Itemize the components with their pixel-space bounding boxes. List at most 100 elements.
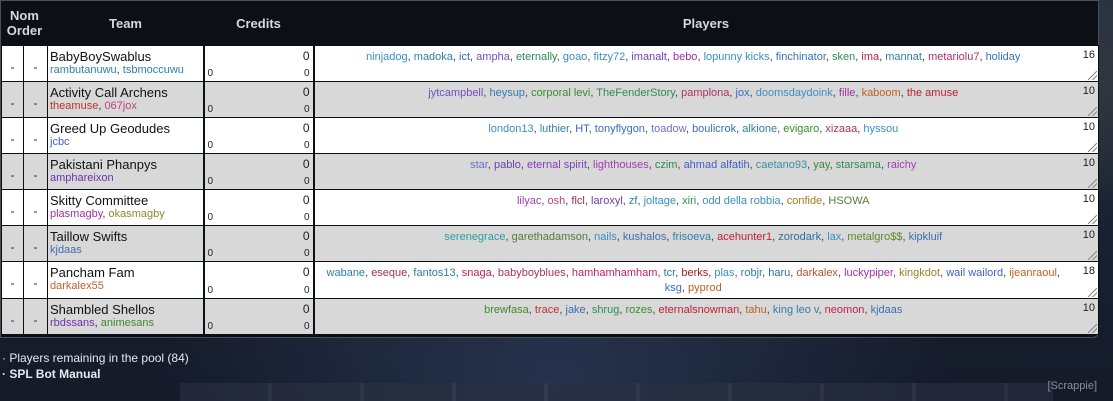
player-name[interactable]: mannat bbox=[885, 51, 922, 63]
player-name[interactable]: bebo bbox=[673, 51, 697, 63]
player-name[interactable]: fantos13 bbox=[413, 267, 455, 279]
player-name[interactable]: babyboyblues bbox=[498, 267, 566, 279]
player-name[interactable]: trace bbox=[535, 304, 559, 316]
player-name[interactable]: hyssou bbox=[863, 123, 898, 135]
player-name[interactable]: eternalsnowman bbox=[659, 304, 740, 316]
coach-name[interactable]: rambutanuwu bbox=[50, 64, 117, 76]
player-name[interactable]: eternally bbox=[516, 51, 557, 63]
player-name[interactable]: kjdaas bbox=[871, 304, 903, 316]
player-name[interactable]: plas bbox=[714, 267, 734, 279]
player-name[interactable]: luckypiper bbox=[844, 267, 893, 279]
coach-name[interactable]: animesans bbox=[101, 317, 154, 329]
player-name[interactable]: tcr bbox=[664, 267, 676, 279]
player-name[interactable]: rozes bbox=[625, 304, 652, 316]
player-name[interactable]: ijeanraoul bbox=[1009, 267, 1057, 279]
coach-name[interactable]: kjdaas bbox=[50, 244, 82, 256]
player-name[interactable]: lilyac bbox=[517, 195, 541, 207]
player-name[interactable]: starsama bbox=[836, 159, 881, 171]
player-name[interactable]: sken bbox=[832, 51, 855, 63]
coach-name[interactable]: plasmagby bbox=[50, 208, 102, 220]
player-name[interactable]: xiri bbox=[682, 195, 696, 207]
player-name[interactable]: pyprod bbox=[688, 282, 722, 294]
resize-handle-icon[interactable] bbox=[1088, 215, 1097, 224]
player-name[interactable]: ict bbox=[459, 51, 470, 63]
player-name[interactable]: kingkdot bbox=[899, 267, 940, 279]
player-name[interactable]: pamplona bbox=[681, 87, 729, 99]
player-name[interactable]: osh bbox=[548, 195, 566, 207]
player-name[interactable]: caetano93 bbox=[756, 159, 807, 171]
player-name[interactable]: doomsdaydoink bbox=[756, 87, 833, 99]
player-name[interactable]: hamhamhamham bbox=[572, 267, 658, 279]
player-name[interactable]: boulicrok bbox=[692, 123, 736, 135]
player-name[interactable]: the amuse bbox=[907, 87, 958, 99]
player-name[interactable]: ksg bbox=[665, 282, 682, 294]
player-name[interactable]: frisoeva bbox=[672, 231, 711, 243]
player-name[interactable]: HT bbox=[575, 123, 588, 135]
player-name[interactable]: lopunny kicks bbox=[704, 51, 770, 63]
resize-handle-icon[interactable] bbox=[1088, 71, 1097, 80]
resize-handle-icon[interactable] bbox=[1088, 288, 1097, 297]
player-name[interactable]: goao bbox=[563, 51, 587, 63]
player-name[interactable]: ampha bbox=[476, 51, 510, 63]
player-name[interactable]: TheFenderStory bbox=[596, 87, 675, 99]
player-name[interactable]: tahu bbox=[745, 304, 766, 316]
player-name[interactable]: fille bbox=[839, 87, 856, 99]
player-name[interactable]: nails bbox=[594, 231, 617, 243]
player-name[interactable]: zorodark bbox=[778, 231, 821, 243]
player-name[interactable]: pablo bbox=[494, 159, 521, 171]
player-name[interactable]: imanalt bbox=[631, 51, 666, 63]
pool-link[interactable]: · Players remaining in the pool (84) bbox=[2, 350, 189, 366]
player-name[interactable]: lighthouses bbox=[593, 159, 649, 171]
player-name[interactable]: wabane bbox=[327, 267, 366, 279]
player-name[interactable]: serenegrace bbox=[444, 231, 505, 243]
player-name[interactable]: heysup bbox=[489, 87, 524, 99]
player-name[interactable]: fitzy72 bbox=[593, 51, 625, 63]
player-name[interactable]: luthier bbox=[540, 123, 569, 135]
coach-name[interactable]: okasmagby bbox=[109, 208, 165, 220]
player-name[interactable]: HSOWA bbox=[828, 195, 869, 207]
coach-name[interactable]: 067jox bbox=[104, 100, 136, 112]
player-name[interactable]: london13 bbox=[488, 123, 533, 135]
player-name[interactable]: eseque bbox=[371, 267, 407, 279]
resize-handle-icon[interactable] bbox=[1088, 251, 1097, 260]
player-name[interactable]: jox bbox=[736, 87, 750, 99]
player-name[interactable]: confide bbox=[787, 195, 822, 207]
coach-name[interactable]: amphareixon bbox=[50, 172, 114, 184]
resize-handle-icon[interactable] bbox=[1088, 324, 1097, 333]
resize-handle-icon[interactable] bbox=[1088, 107, 1097, 116]
player-name[interactable]: king leo v bbox=[773, 304, 819, 316]
player-name[interactable]: corporal levi bbox=[531, 87, 590, 99]
player-name[interactable]: neomon bbox=[825, 304, 865, 316]
player-name[interactable]: metariolu7 bbox=[928, 51, 979, 63]
player-name[interactable]: metalgro$$ bbox=[847, 231, 902, 243]
coach-name[interactable]: theamuse bbox=[50, 100, 98, 112]
player-name[interactable]: kushalos bbox=[623, 231, 666, 243]
player-name[interactable]: flcl bbox=[571, 195, 584, 207]
player-name[interactable]: eternal spirit bbox=[527, 159, 587, 171]
player-name[interactable]: alkione bbox=[742, 123, 777, 135]
player-name[interactable]: madoka bbox=[414, 51, 453, 63]
player-name[interactable]: star bbox=[470, 159, 488, 171]
coach-name[interactable]: jcbc bbox=[50, 136, 70, 148]
player-name[interactable]: jytcampbell bbox=[428, 87, 483, 99]
player-name[interactable]: evigaro bbox=[783, 123, 819, 135]
player-name[interactable]: ninjadog bbox=[366, 51, 408, 63]
player-name[interactable]: kipkluif bbox=[909, 231, 943, 243]
player-name[interactable]: robjr bbox=[741, 267, 762, 279]
player-name[interactable]: jake bbox=[566, 304, 586, 316]
player-name[interactable]: holiday bbox=[986, 51, 1021, 63]
player-name[interactable]: ima bbox=[861, 51, 879, 63]
player-name[interactable]: lax bbox=[827, 231, 841, 243]
player-name[interactable]: odd della robbia bbox=[702, 195, 780, 207]
player-name[interactable]: acehunter1 bbox=[717, 231, 772, 243]
coach-name[interactable]: tsbmoccuwu bbox=[123, 64, 184, 76]
player-name[interactable]: raichy bbox=[887, 159, 916, 171]
coach-name[interactable]: rbdssans bbox=[50, 317, 95, 329]
player-name[interactable]: kaboom bbox=[862, 87, 901, 99]
player-name[interactable]: finchinator bbox=[776, 51, 826, 63]
scrappie-link[interactable]: [Scrappie] bbox=[1047, 380, 1097, 392]
player-name[interactable]: shrug bbox=[592, 304, 620, 316]
player-name[interactable]: yay bbox=[813, 159, 829, 171]
player-name[interactable]: ahmad alfatih bbox=[684, 159, 750, 171]
player-name[interactable]: laroxyl bbox=[591, 195, 623, 207]
